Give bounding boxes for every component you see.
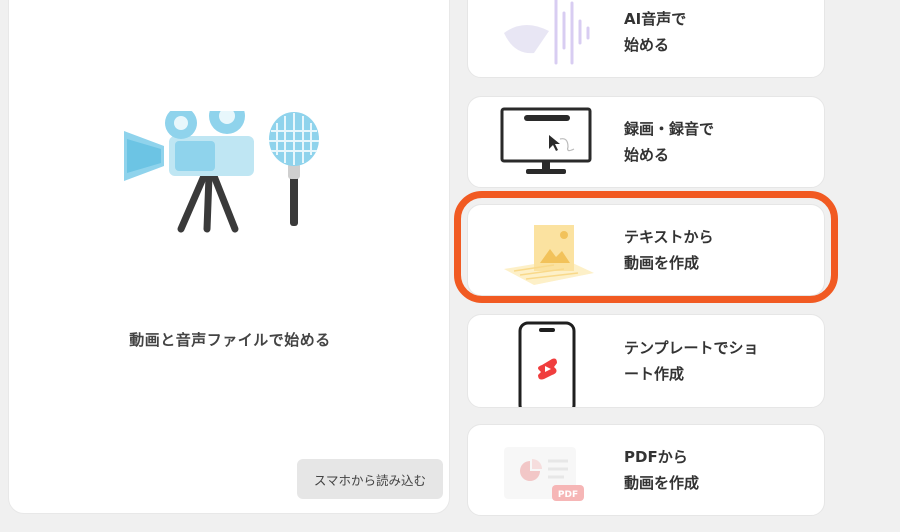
pdf-document-icon: PDF bbox=[504, 447, 584, 501]
template-short-label: テンプレートでショ ート作成 bbox=[624, 335, 820, 387]
smartphone-short-icon bbox=[518, 321, 576, 415]
ai-voice-thumbnail bbox=[494, 0, 604, 73]
ai-voice-label-line1: AI音声で bbox=[624, 10, 687, 28]
upload-panel-caption: 動画と音声ファイルで始める bbox=[129, 331, 331, 349]
template-short-card[interactable]: テンプレートでショ ート作成 bbox=[467, 314, 825, 415]
record-label-line2: 始める bbox=[624, 146, 670, 164]
phone-import-button[interactable]: スマホから読み込む bbox=[297, 459, 443, 499]
pdf-to-video-card[interactable]: PDF PDFから 動画を作成 bbox=[467, 424, 825, 516]
template-short-thumbnail bbox=[494, 321, 604, 415]
highlight-ring bbox=[454, 191, 838, 303]
record-start-card[interactable]: 録画・録音で 始める bbox=[467, 96, 825, 188]
record-label: 録画・録音で 始める bbox=[624, 116, 820, 168]
pdf-to-video-thumbnail: PDF bbox=[494, 431, 604, 511]
ai-voice-label-line2: 始める bbox=[624, 36, 670, 54]
template-short-label-line2: ート作成 bbox=[624, 365, 685, 383]
template-short-label-line1: テンプレートでショ bbox=[624, 339, 759, 357]
camera-microphone-illustration bbox=[109, 98, 339, 241]
pdf-to-video-label-line1: PDFから bbox=[624, 448, 688, 466]
record-thumbnail bbox=[494, 103, 604, 183]
upload-panel[interactable]: 動画と音声ファイルで始める スマホから読み込む bbox=[8, 0, 450, 514]
pdf-badge: PDF bbox=[558, 490, 578, 500]
pdf-to-video-label-line2: 動画を作成 bbox=[624, 474, 700, 492]
record-label-line1: 録画・録音で bbox=[624, 120, 715, 138]
ai-voice-start-card[interactable]: AI音声で 始める bbox=[467, 0, 825, 78]
microphone-icon bbox=[269, 112, 319, 226]
monitor-cursor-icon bbox=[500, 107, 592, 174]
pdf-to-video-label: PDFから 動画を作成 bbox=[624, 444, 820, 496]
ai-voice-label: AI音声で 始める bbox=[624, 6, 820, 58]
waveform-icon bbox=[504, 0, 590, 65]
